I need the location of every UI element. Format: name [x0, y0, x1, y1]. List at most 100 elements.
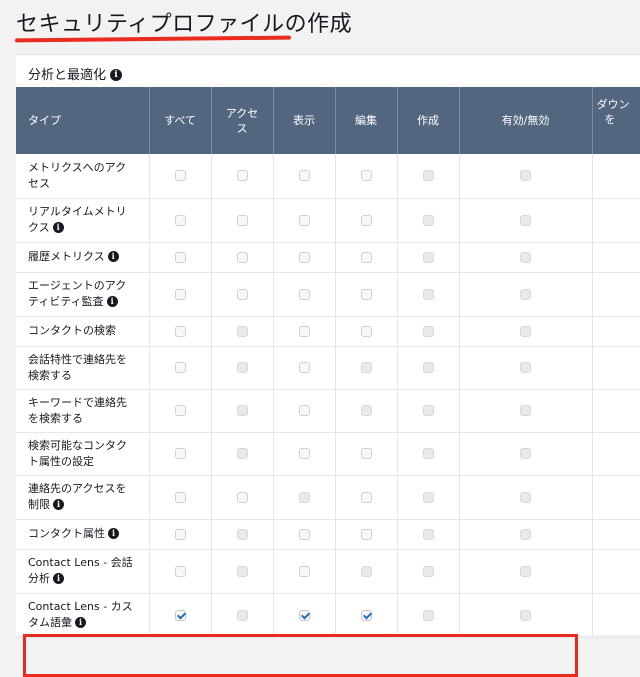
checkbox-access — [236, 325, 248, 337]
checkbox-view[interactable] — [298, 251, 310, 263]
checkbox-view[interactable] — [298, 325, 310, 337]
permissions-table: タイプ すべて アクセス 表示 編集 作成 有効/無効 ダウンを メトリクスへの… — [16, 87, 640, 638]
checkbox-create — [422, 214, 434, 226]
checkbox-create — [422, 170, 434, 182]
checkbox-view[interactable] — [298, 609, 310, 621]
checkbox-all[interactable] — [174, 565, 186, 577]
cell-view — [273, 593, 336, 638]
checkbox-access[interactable] — [236, 251, 248, 263]
cell-edit — [335, 346, 398, 390]
checkbox-all[interactable] — [174, 405, 186, 416]
cell-all — [149, 593, 212, 638]
cell-enable — [459, 154, 593, 199]
cell-view — [273, 198, 336, 243]
column-header-download-line: を — [604, 113, 616, 126]
checkbox-edit[interactable] — [360, 214, 372, 226]
cell-create — [397, 432, 460, 476]
info-icon[interactable]: i — [52, 221, 64, 233]
checkbox-all[interactable] — [174, 609, 186, 621]
column-header-access: アクセス — [211, 87, 274, 154]
checkbox-edit[interactable] — [360, 251, 372, 263]
checkbox-access[interactable] — [236, 170, 248, 182]
checkbox-enable — [520, 405, 531, 416]
info-icon[interactable]: i — [53, 498, 64, 510]
checkbox-access[interactable] — [236, 288, 248, 300]
cell-download — [592, 475, 640, 520]
checkbox-all[interactable] — [174, 362, 186, 373]
cell-enable — [459, 316, 593, 347]
checkbox-view[interactable] — [298, 448, 310, 459]
row-type-text: ティビティ監査 — [28, 295, 104, 308]
cell-view — [273, 316, 336, 347]
row-type-text: セス — [28, 176, 50, 190]
checkbox-enable — [520, 565, 531, 577]
checkbox-edit[interactable] — [360, 448, 372, 459]
checkbox-all[interactable] — [174, 448, 186, 459]
checkbox-access — [236, 565, 248, 577]
highlight-annotation — [23, 634, 578, 677]
row-type-text: コンタクトの検索 — [28, 324, 116, 337]
checkbox-view[interactable] — [298, 288, 310, 300]
cell-download — [592, 432, 640, 476]
checkbox-access — [236, 609, 248, 621]
checkbox-all[interactable] — [174, 528, 186, 540]
checkbox-all[interactable] — [174, 214, 186, 226]
checkbox-edit[interactable] — [360, 288, 372, 300]
checkbox-view[interactable] — [298, 528, 310, 540]
checkbox-edit — [360, 405, 372, 416]
cell-all — [149, 242, 212, 273]
checkbox-all[interactable] — [174, 170, 186, 182]
cell-access — [211, 154, 274, 199]
info-icon[interactable]: i — [53, 572, 64, 584]
section-title: 分析と最適化 i — [28, 64, 123, 83]
cell-enable — [459, 519, 593, 550]
checkbox-access[interactable] — [236, 214, 248, 226]
row-type-text: Contact Lens - カス — [28, 600, 133, 613]
checkbox-enable — [520, 448, 531, 459]
info-icon[interactable]: i — [75, 616, 86, 628]
checkbox-enable — [520, 170, 531, 182]
column-header-download: ダウンを — [592, 87, 640, 154]
checkbox-all[interactable] — [174, 251, 186, 263]
column-header-type: タイプ — [16, 87, 150, 154]
row-type-text: メトリクスへのアク — [28, 160, 127, 174]
checkbox-edit[interactable] — [360, 491, 372, 503]
checkbox-view[interactable] — [298, 565, 310, 577]
cell-access — [211, 519, 274, 550]
cell-enable — [459, 432, 593, 476]
info-icon[interactable]: i — [108, 527, 119, 539]
checkbox-create — [422, 405, 434, 416]
cell-view — [273, 389, 336, 433]
cell-edit — [335, 242, 398, 273]
checkbox-edit[interactable] — [360, 170, 372, 182]
checkbox-edit[interactable] — [360, 528, 372, 540]
cell-download — [592, 593, 640, 638]
cell-enable — [459, 198, 593, 243]
checkbox-all[interactable] — [174, 325, 186, 337]
cell-create — [397, 198, 460, 243]
cell-all — [149, 316, 212, 347]
cell-create — [397, 593, 460, 638]
checkbox-view[interactable] — [298, 214, 310, 226]
checkbox-edit[interactable] — [360, 325, 372, 337]
checkbox-all[interactable] — [174, 491, 186, 503]
checkbox-view[interactable] — [298, 405, 310, 416]
cell-download — [592, 519, 640, 550]
checkbox-view[interactable] — [298, 362, 310, 373]
cell-access — [211, 272, 274, 317]
cell-access — [211, 198, 274, 243]
checkbox-access[interactable] — [236, 491, 248, 503]
cell-all — [149, 272, 212, 317]
table-row: 会話特性で連絡先を 検索する — [16, 346, 640, 390]
row-type-text: 制限 — [28, 498, 50, 511]
page-header: セキュリティプロファイルの作成 — [0, 0, 640, 54]
info-icon[interactable]: i — [107, 250, 119, 262]
checkbox-edit[interactable] — [360, 609, 372, 621]
cell-view — [273, 549, 336, 594]
checkbox-view[interactable] — [298, 170, 310, 182]
cell-edit — [335, 432, 398, 476]
checkbox-all[interactable] — [174, 288, 186, 300]
info-icon[interactable]: i — [110, 68, 123, 81]
info-icon[interactable]: i — [106, 295, 118, 307]
checkbox-access — [236, 362, 248, 373]
